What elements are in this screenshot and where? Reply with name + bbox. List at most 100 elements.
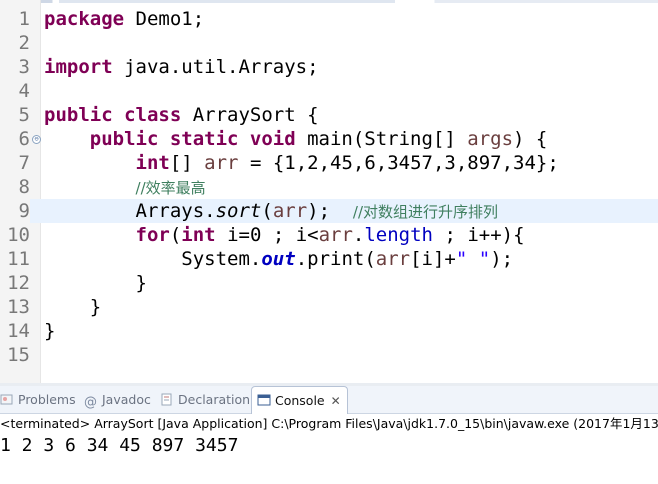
- code-token: ; i++){: [433, 224, 525, 246]
- console-process-label: <terminated> ArraySort [Java Application…: [0, 414, 658, 433]
- tab-label: Problems: [18, 392, 76, 407]
- local-variable: arr: [318, 224, 353, 246]
- line-number: 4: [0, 79, 30, 103]
- code-text: public class ArraySort {: [44, 103, 319, 127]
- code-text: }: [44, 272, 147, 294]
- code-line-8[interactable]: 8 //效率最高: [0, 175, 658, 199]
- line-number: 8: [0, 175, 30, 199]
- line-number: 5: [0, 103, 30, 127]
- keyword: for: [135, 224, 170, 246]
- local-variable: arr: [375, 248, 411, 270]
- code-text: System.out.print(arr[i]+" ");: [44, 247, 513, 271]
- keyword: package: [44, 8, 125, 30]
- fold-collapse-icon[interactable]: ⊖: [32, 135, 41, 144]
- code-token: (: [261, 200, 273, 222]
- problems-icon: [0, 388, 14, 405]
- comment: //效率最高: [135, 179, 206, 197]
- line-number: 7: [0, 151, 30, 175]
- line-number: 1: [0, 7, 30, 31]
- code-token: ArraySort {: [181, 104, 319, 126]
- code-editor[interactable]: 1 package Demo1; 2 3 import java.util.Ar…: [0, 0, 658, 383]
- keyword: public static void: [89, 128, 296, 150]
- code-token: i=0 ; i<: [215, 224, 319, 246]
- code-line-2[interactable]: 2: [0, 31, 658, 55]
- keyword: public class: [44, 104, 182, 126]
- code-token: ) {: [513, 128, 548, 150]
- code-text: import java.util.Arrays;: [44, 55, 319, 79]
- code-token: .: [352, 224, 365, 246]
- close-icon[interactable]: ✕: [331, 394, 341, 408]
- string-literal: " ": [455, 248, 491, 270]
- code-token: Arrays.: [135, 200, 216, 222]
- code-text: Arrays.sort(arr); //对数组进行升序排列: [44, 199, 499, 224]
- code-text: package Demo1;: [44, 7, 204, 31]
- code-line-14[interactable]: 14 }: [0, 319, 658, 343]
- keyword: import: [44, 56, 113, 78]
- code-line-12[interactable]: 12 }: [0, 271, 658, 295]
- code-line-6[interactable]: 6 ⊖ public static void main(String[] arg…: [0, 127, 658, 151]
- local-variable: arr: [272, 200, 308, 222]
- line-number: 14: [0, 319, 30, 343]
- tab-problems[interactable]: Problems: [0, 386, 76, 413]
- code-line-13[interactable]: 13 }: [0, 295, 658, 319]
- code-text: }: [44, 320, 56, 342]
- code-token: Demo1;: [124, 8, 205, 30]
- line-number: 3: [0, 55, 30, 79]
- line-number: 13: [0, 295, 30, 319]
- parameter: args: [467, 128, 514, 150]
- tab-javadoc[interactable]: @ Javadoc: [84, 386, 151, 413]
- tab-label: Javadoc: [102, 392, 151, 407]
- keyword: int: [135, 152, 170, 174]
- line-number: 15: [0, 343, 30, 367]
- tab-declaration[interactable]: Declaration: [160, 386, 250, 413]
- code-text: }: [44, 296, 102, 318]
- code-token: []: [169, 152, 205, 174]
- code-text: int[] arr = {1,2,45,6,3457,3,897,34};: [44, 151, 559, 175]
- code-token: System.: [181, 248, 262, 270]
- code-line-5[interactable]: 5 public class ArraySort {: [0, 103, 658, 127]
- line-number: 10: [0, 223, 30, 247]
- code-line-9-current[interactable]: 9 Arrays.sort(arr); //对数组进行升序排列: [0, 199, 658, 223]
- line-number: 2: [0, 31, 30, 55]
- code-line-11[interactable]: 11 System.out.print(arr[i]+" ");: [0, 247, 658, 271]
- code-token: java.util.Arrays;: [112, 56, 319, 78]
- console-output[interactable]: 1 2 3 6 34 45 897 3457: [0, 434, 658, 458]
- code-line-7[interactable]: 7 int[] arr = {1,2,45,6,3457,3,897,34};: [0, 151, 658, 175]
- static-field: out: [261, 248, 296, 270]
- code-token: );: [490, 248, 514, 270]
- code-token: .print(: [295, 248, 376, 270]
- code-token: (: [169, 224, 182, 246]
- code-line-4[interactable]: 4: [0, 79, 658, 103]
- static-method: sort: [215, 200, 262, 222]
- line-number: 11: [0, 247, 30, 271]
- field: length: [364, 224, 433, 246]
- code-line-1[interactable]: 1 package Demo1;: [0, 7, 658, 31]
- at-icon: @: [84, 395, 97, 410]
- code-token: = {1,2,45,6,3457,3,897,34};: [238, 152, 559, 174]
- editor-tab-strip: [0, 0, 658, 3]
- code-line-15[interactable]: 15: [0, 343, 658, 367]
- code-line-10[interactable]: 10 for(int i=0 ; i<arr.length ; i++){: [0, 223, 658, 247]
- line-number: 12: [0, 271, 30, 295]
- keyword: int: [181, 224, 216, 246]
- code-token: );: [307, 200, 353, 222]
- code-token: main(String[]: [295, 128, 468, 150]
- code-line-3[interactable]: 3 import java.util.Arrays;: [0, 55, 658, 79]
- tab-console[interactable]: Console ✕: [251, 386, 348, 414]
- code-text: //效率最高: [44, 175, 206, 200]
- code-token: [i]+: [410, 248, 456, 270]
- tab-label: Console: [275, 393, 325, 408]
- comment: //对数组进行升序排列: [352, 203, 499, 221]
- local-variable: arr: [204, 152, 239, 174]
- declaration-icon: [160, 388, 174, 406]
- code-text: public static void main(String[] args) {: [44, 127, 548, 151]
- bottom-panel-tabbar: Problems @ Javadoc Declaration Console ✕: [0, 386, 658, 414]
- line-number: 6: [0, 127, 30, 151]
- console-icon: [257, 389, 271, 406]
